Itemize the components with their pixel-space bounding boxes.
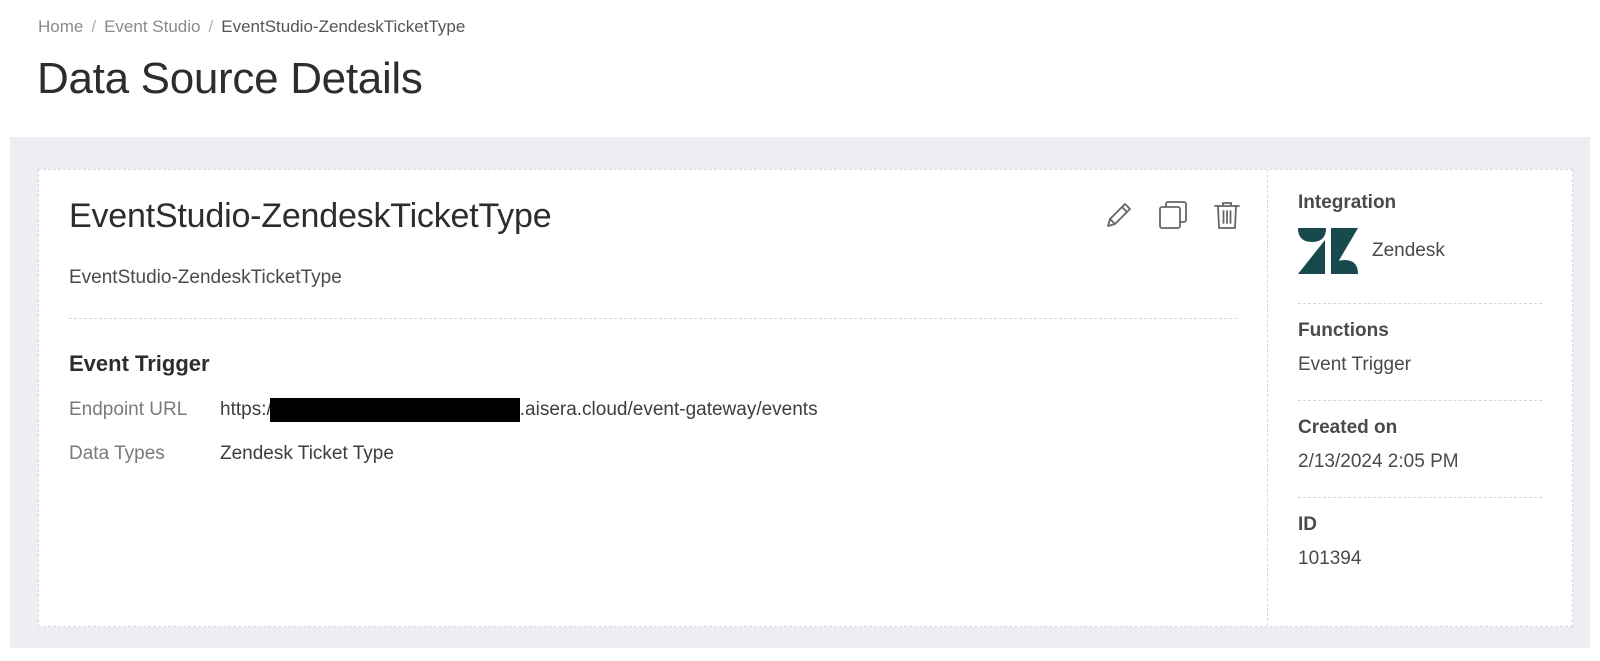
data-source-name: EventStudio-ZendeskTicketType xyxy=(69,197,552,235)
breadcrumb-event-studio[interactable]: Event Studio xyxy=(104,17,200,37)
endpoint-url-prefix: https:/ xyxy=(220,399,272,420)
page-title: Data Source Details xyxy=(37,54,423,103)
data-source-main: EventStudio-ZendeskTicketType EventStudi… xyxy=(39,170,1267,626)
data-source-card: EventStudio-ZendeskTicketType EventStudi… xyxy=(38,169,1573,627)
id-value: 101394 xyxy=(1298,548,1362,569)
functions-block: Functions Event Trigger xyxy=(1298,320,1542,376)
event-trigger-title: Event Trigger xyxy=(69,351,210,376)
endpoint-url-row: Endpoint URL https:/ .aisera.cloud/event… xyxy=(69,398,818,422)
breadcrumb-separator: / xyxy=(91,17,97,36)
data-source-description: EventStudio-ZendeskTicketType xyxy=(69,267,342,288)
sidebar-divider xyxy=(1298,303,1542,304)
data-types-label: Data Types xyxy=(69,443,165,464)
pencil-icon xyxy=(1107,203,1131,227)
zendesk-logo-icon xyxy=(1298,228,1358,274)
breadcrumb-current: EventStudio-ZendeskTicketType xyxy=(221,17,466,36)
integration-row: Zendesk xyxy=(1298,228,1542,274)
redaction-block xyxy=(269,398,520,422)
functions-value: Event Trigger xyxy=(1298,354,1411,375)
data-source-sidebar: Integration Zendesk Functions Event Trig… xyxy=(1267,170,1572,626)
breadcrumb-separator: / xyxy=(208,17,214,36)
section-divider xyxy=(69,318,1237,319)
integration-name: Zendesk xyxy=(1372,240,1445,261)
card-actions xyxy=(1103,198,1243,232)
id-label: ID xyxy=(1298,514,1317,535)
endpoint-url-label: Endpoint URL xyxy=(69,399,188,420)
sidebar-divider xyxy=(1298,400,1542,401)
endpoint-url-suffix: .aisera.cloud/event-gateway/events xyxy=(519,399,818,420)
data-types-row: Data Types Zendesk Ticket Type xyxy=(69,443,394,465)
trash-icon xyxy=(1214,202,1240,229)
integration-block: Integration Zendesk xyxy=(1298,192,1542,274)
id-block: ID 101394 xyxy=(1298,514,1542,570)
created-on-label: Created on xyxy=(1298,417,1398,438)
breadcrumb: Home / Event Studio / EventStudio-Zendes… xyxy=(38,17,465,37)
integration-label: Integration xyxy=(1298,192,1397,213)
breadcrumb-home[interactable]: Home xyxy=(38,17,83,37)
sidebar-divider xyxy=(1298,497,1542,498)
data-types-value: Zendesk Ticket Type xyxy=(220,443,394,464)
copy-icon xyxy=(1159,201,1187,229)
edit-button[interactable] xyxy=(1103,198,1135,232)
endpoint-url-value[interactable]: https:/ .aisera.cloud/event-gateway/even… xyxy=(220,398,818,422)
functions-label: Functions xyxy=(1298,320,1389,341)
created-on-block: Created on 2/13/2024 2:05 PM xyxy=(1298,417,1542,473)
delete-button[interactable] xyxy=(1211,198,1243,232)
created-on-value: 2/13/2024 2:05 PM xyxy=(1298,451,1459,472)
copy-button[interactable] xyxy=(1157,198,1189,232)
